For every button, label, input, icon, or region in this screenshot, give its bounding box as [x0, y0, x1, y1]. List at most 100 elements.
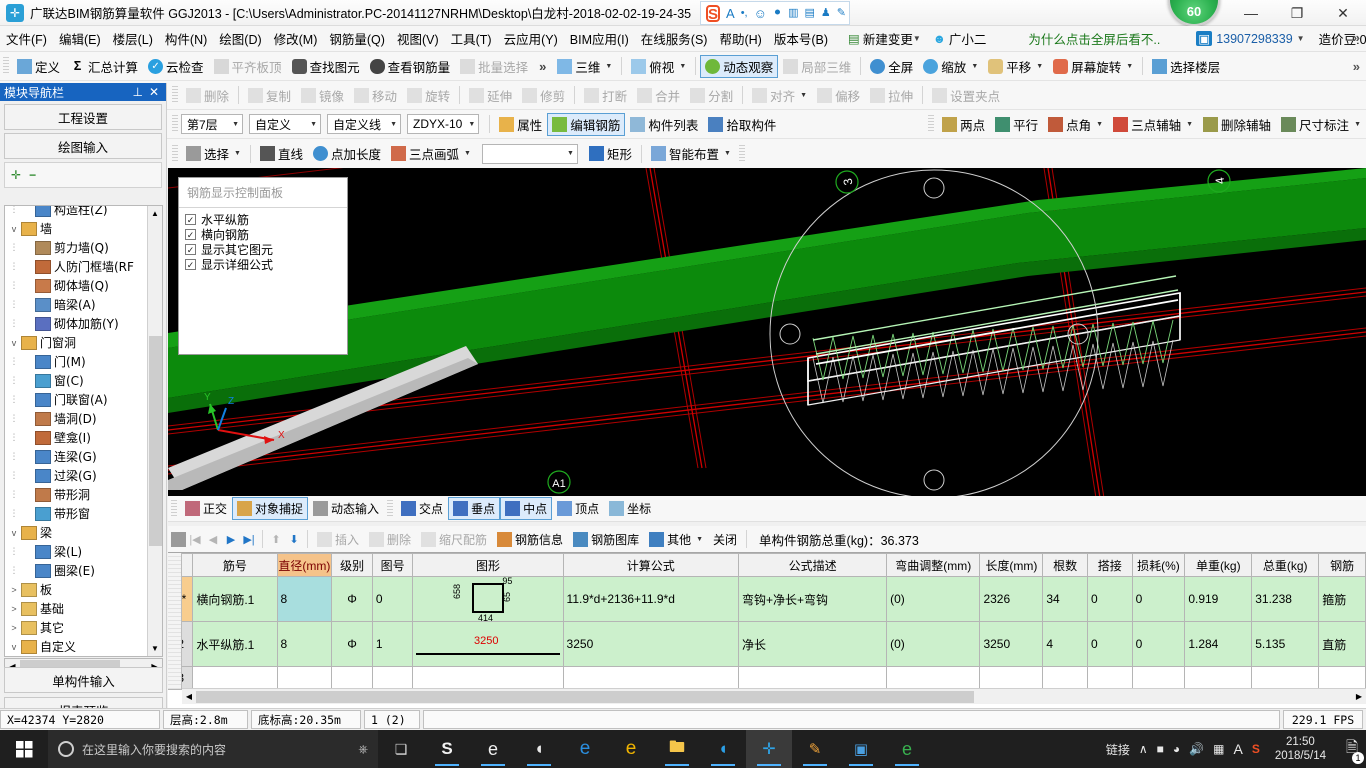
close-icon[interactable]: ✕	[146, 85, 162, 99]
col-formula[interactable]: 计算公式	[562, 553, 740, 577]
cell-empty[interactable]	[979, 666, 1044, 690]
col-rebar-type[interactable]: 钢筋	[1318, 553, 1366, 577]
taskbar-app-ie[interactable]: e	[608, 730, 654, 768]
top-view-button[interactable]: 俯视 ▼	[626, 55, 691, 78]
chevron-down-icon[interactable]: ▼	[1096, 121, 1103, 128]
parallel-axis-button[interactable]: 平行	[990, 113, 1043, 136]
start-button[interactable]	[0, 730, 48, 768]
chevron-down-icon[interactable]: ▼	[800, 92, 807, 99]
cell-lap[interactable]: 0	[1086, 576, 1133, 622]
cell-unit-weight[interactable]: 0.919	[1184, 576, 1253, 622]
assistant-button[interactable]: ☻ 广小二	[927, 26, 993, 51]
fullscreen-button[interactable]: 全屏	[865, 55, 918, 78]
component-type-combo[interactable]: 自定义 ▼	[249, 114, 321, 134]
tree-item-4[interactable]: ⋮ 砌体墙(Q)	[5, 276, 147, 295]
minimize-button[interactable]: —	[1228, 0, 1274, 26]
pick-component-button[interactable]: 拾取构件	[703, 113, 781, 136]
move-up-button[interactable]: ⬆	[267, 533, 285, 546]
scroll-left-icon[interactable]: ◀	[182, 692, 196, 701]
partial-3d-button[interactable]: 局部三维	[778, 55, 856, 78]
align-button[interactable]: 对齐 ▼	[747, 84, 812, 107]
toolbar-grip[interactable]	[3, 57, 9, 75]
toolbar-overflow-button[interactable]: »	[539, 59, 546, 74]
component-list-button[interactable]: 构件列表	[625, 113, 703, 136]
cell-empty[interactable]	[331, 666, 373, 690]
remove-icon[interactable]: −	[29, 168, 36, 182]
sogou-logo-icon[interactable]: S	[706, 4, 721, 22]
microphone-icon[interactable]: ⎈	[358, 742, 368, 757]
cell-grade[interactable]: Φ	[331, 576, 373, 622]
three-point-axis-button[interactable]: 三点辅轴 ▼	[1108, 113, 1198, 136]
cell-empty[interactable]	[1318, 666, 1366, 690]
tree-item-8[interactable]: ⋮ 门(M)	[5, 352, 147, 371]
ime-skin-icon[interactable]: ♟	[821, 7, 831, 19]
chevron-down-icon[interactable]: ▼	[567, 150, 574, 157]
menubar-overflow-button[interactable]: »	[1353, 30, 1360, 45]
col-count[interactable]: 根数	[1042, 553, 1088, 577]
chevron-down-icon[interactable]: ▼	[913, 34, 921, 43]
tree-item-20[interactable]: > 板	[5, 580, 147, 599]
scrollbar-thumb[interactable]	[196, 690, 974, 703]
cell-grade[interactable]: Φ	[331, 621, 373, 667]
midpoint-snap-button[interactable]: 中点	[500, 497, 553, 520]
ime-voice-icon[interactable]: ⚫	[773, 7, 782, 19]
menu-item-draw[interactable]: 绘图(D)	[213, 26, 267, 51]
move-button[interactable]: 移动	[349, 84, 402, 107]
object-snap-button[interactable]: 对象捕捉	[232, 497, 309, 520]
chevron-down-icon[interactable]: ▼	[605, 63, 612, 70]
stretch-button[interactable]: 拉伸	[865, 84, 918, 107]
col-formula-desc[interactable]: 公式描述	[738, 553, 888, 577]
menu-item-bim-app[interactable]: BIM应用(I)	[564, 26, 635, 51]
find-element-button[interactable]: 查找图元	[287, 55, 365, 78]
menu-item-file[interactable]: 文件(F)	[0, 26, 53, 51]
drawing-input-button[interactable]: 绘图输入	[4, 133, 162, 159]
col-lap[interactable]: 搭接	[1086, 553, 1133, 577]
checkbox-row-show-detailed-formula[interactable]: ✓ 显示详细公式	[185, 257, 341, 272]
new-change-button[interactable]: ▤ 新建变更 ▼	[842, 26, 927, 51]
maximize-button[interactable]: ❐	[1274, 0, 1320, 26]
smart-layout-button[interactable]: 智能布置 ▼	[646, 142, 736, 165]
checkbox-row-horizontal-longitudinal[interactable]: ✓ 水平纵筋	[185, 212, 341, 227]
battery-icon[interactable]: ■	[1157, 742, 1164, 756]
chevron-down-icon[interactable]: ▼	[971, 63, 978, 70]
cell-total-weight[interactable]: 5.135	[1251, 621, 1320, 667]
menu-item-modify[interactable]: 修改(M)	[268, 26, 324, 51]
component-name-combo[interactable]: ZDYX-10 ▼	[407, 114, 480, 134]
toolbar-grip[interactable]	[172, 86, 178, 104]
col-grade[interactable]: 级别	[331, 553, 373, 577]
menu-item-edit[interactable]: 编辑(E)	[53, 26, 107, 51]
tree-item-18[interactable]: ⋮ 梁(L)	[5, 542, 147, 561]
tree-vertical-scrollbar[interactable]: ▲ ▼	[147, 206, 162, 656]
ime-user-icon[interactable]: ▤	[805, 7, 815, 19]
sogou-ime-toolbar[interactable]: S A •, ☺ ⚫ ▥ ▤ ♟ ✎	[700, 1, 850, 25]
chevron-down-icon[interactable]: v	[7, 338, 21, 348]
merge-button[interactable]: 合并	[632, 84, 685, 107]
menu-item-view[interactable]: 视图(V)	[391, 26, 445, 51]
volume-icon[interactable]: 🔊	[1189, 742, 1204, 756]
ortho-button[interactable]: 正交	[180, 497, 232, 520]
toolbar-grip[interactable]	[387, 499, 394, 518]
tree-item-0[interactable]: ⋮ 构造柱(Z)	[5, 206, 147, 219]
rectangle-tool-button[interactable]: 矩形	[584, 142, 637, 165]
table-row[interactable]: 3	[167, 666, 1366, 690]
toolbar-grip[interactable]	[172, 144, 178, 163]
delete-row-button[interactable]: 删除	[364, 528, 416, 551]
chevron-down-icon[interactable]: ▼	[1297, 34, 1305, 43]
properties-button[interactable]: 属性	[494, 113, 547, 136]
tree-item-14[interactable]: ⋮ 过梁(G)	[5, 466, 147, 485]
table-row[interactable]: 2 水平纵筋.1 8 Φ 1 3250 3250 净长 (0) 3250	[167, 621, 1366, 667]
col-diameter[interactable]: 直径(mm)	[276, 553, 333, 577]
col-figure-number[interactable]: 图号	[371, 553, 414, 577]
taskbar-app-blue-spiral[interactable]: ◖	[700, 730, 746, 768]
cell-count[interactable]: 34	[1042, 576, 1088, 622]
select-floor-button[interactable]: 选择楼层	[1147, 55, 1225, 78]
delete-button[interactable]: 删除	[181, 84, 234, 107]
other-button[interactable]: 其他 ▼	[644, 528, 708, 551]
vertex-snap-button[interactable]: 顶点	[552, 497, 604, 520]
cell-loss[interactable]: 0	[1131, 576, 1186, 622]
menu-item-help[interactable]: 帮助(H)	[713, 26, 767, 51]
ime-keyboard-icon[interactable]: ▥	[788, 7, 798, 19]
rebar-display-control-panel[interactable]: 钢筋显示控制面板 ✓ 水平纵筋 ✓ 横向钢筋 ✓ 显示其它图元 ✓ 显示详细公式	[178, 177, 348, 355]
taskbar-app-green-circle[interactable]: e	[884, 730, 930, 768]
dynamic-orbit-button[interactable]: 动态观察	[700, 54, 779, 78]
